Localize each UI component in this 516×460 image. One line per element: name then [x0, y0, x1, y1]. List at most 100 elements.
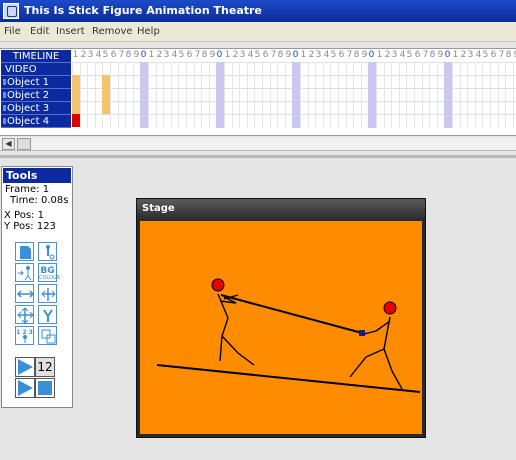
- frame-number[interactable]: 3: [87, 49, 94, 62]
- scroll-left-arrow-icon[interactable]: ◀: [2, 138, 15, 150]
- play-icon: [18, 359, 33, 375]
- frame-number[interactable]: 7: [118, 49, 125, 62]
- timeline-row-object-2[interactable]: Object 2: [1, 89, 71, 102]
- frame-number[interactable]: 5: [254, 49, 261, 62]
- frame-number[interactable]: 1: [72, 49, 79, 62]
- duplicate-tool[interactable]: [38, 326, 57, 345]
- frame-number[interactable]: 2: [384, 49, 391, 62]
- frame-number[interactable]: 2: [156, 49, 163, 62]
- frame-number[interactable]: 9: [437, 49, 444, 62]
- frame-number[interactable]: 6: [490, 49, 497, 62]
- frame-number[interactable]: 9: [209, 49, 216, 62]
- menu-file[interactable]: File: [4, 26, 21, 37]
- frame-number[interactable]: 1: [224, 49, 231, 62]
- timeline-row-object-3[interactable]: Object 3: [1, 102, 71, 115]
- frame-number[interactable]: 8: [505, 49, 512, 62]
- frame-number[interactable]: 6: [338, 49, 345, 62]
- frame-number[interactable]: 7: [270, 49, 277, 62]
- frame-number[interactable]: 4: [399, 49, 406, 62]
- timeline-row-object-4[interactable]: Object 4: [1, 115, 71, 128]
- frame-number[interactable]: 8: [353, 49, 360, 62]
- timeline-row-object-1[interactable]: Object 1: [1, 76, 71, 89]
- stretch-tool[interactable]: [15, 284, 34, 303]
- frame-number[interactable]: 1: [148, 49, 155, 62]
- pin-tool[interactable]: [38, 242, 57, 261]
- frame-number[interactable]: 8: [125, 49, 132, 62]
- timeline-frame-grid[interactable]: 1234567890123456789012345678901234567890…: [72, 49, 516, 128]
- frame-number[interactable]: 6: [262, 49, 269, 62]
- timeline-column-divider: [384, 62, 385, 128]
- frame-number[interactable]: 0: [368, 49, 375, 62]
- frame-number[interactable]: 0: [216, 49, 223, 62]
- play-all-button[interactable]: [15, 378, 35, 398]
- frame-number[interactable]: 8: [429, 49, 436, 62]
- frame-number[interactable]: 1: [376, 49, 383, 62]
- frame-number[interactable]: 9: [361, 49, 368, 62]
- frame-number[interactable]: 8: [201, 49, 208, 62]
- speed-field[interactable]: 12: [35, 357, 55, 377]
- walk-forward-tool[interactable]: [15, 263, 34, 282]
- frame-number[interactable]: 4: [171, 49, 178, 62]
- frame-number[interactable]: 3: [391, 49, 398, 62]
- keyframe-cell[interactable]: [102, 101, 110, 114]
- frame-number[interactable]: 4: [95, 49, 102, 62]
- stop-button[interactable]: [35, 378, 55, 398]
- frame-number[interactable]: 4: [323, 49, 330, 62]
- expand-tool[interactable]: [38, 284, 57, 303]
- frame-number[interactable]: 7: [422, 49, 429, 62]
- keyframe-cell[interactable]: [72, 75, 80, 88]
- timeline-row-video[interactable]: VIDEO: [1, 63, 71, 76]
- frame-number[interactable]: 6: [414, 49, 421, 62]
- keyframe-cell[interactable]: [72, 114, 80, 127]
- move-tool[interactable]: [15, 305, 34, 324]
- frame-number[interactable]: 0: [292, 49, 299, 62]
- frame-number[interactable]: 5: [178, 49, 185, 62]
- timeline-scrollbar[interactable]: ◀: [0, 137, 516, 151]
- frame-number[interactable]: 2: [232, 49, 239, 62]
- menu-insert[interactable]: Insert: [56, 26, 85, 37]
- frame-number[interactable]: 4: [475, 49, 482, 62]
- keyframe-cell[interactable]: [102, 75, 110, 88]
- keyframe-cell[interactable]: [72, 88, 80, 101]
- frame-number[interactable]: 1: [452, 49, 459, 62]
- frame-number[interactable]: 3: [315, 49, 322, 62]
- frame-number[interactable]: 9: [133, 49, 140, 62]
- menu-edit[interactable]: Edit: [30, 26, 49, 37]
- frame-number[interactable]: 2: [460, 49, 467, 62]
- frame-number[interactable]: 7: [194, 49, 201, 62]
- frame-number[interactable]: 8: [277, 49, 284, 62]
- scroll-thumb[interactable]: [17, 138, 31, 150]
- frame-number[interactable]: 4: [247, 49, 254, 62]
- background-colour-tool[interactable]: BG COLOUR: [38, 263, 60, 282]
- joint-tool[interactable]: [38, 305, 57, 324]
- menu-remove[interactable]: Remove: [92, 26, 133, 37]
- keyframe-cell[interactable]: [72, 101, 80, 114]
- menu-help[interactable]: Help: [137, 26, 160, 37]
- frame-number[interactable]: 3: [467, 49, 474, 62]
- stage-drawing: [156, 278, 421, 393]
- timeline-column-divider: [209, 62, 210, 128]
- frame-number[interactable]: 9: [285, 49, 292, 62]
- stage-canvas[interactable]: [140, 221, 422, 434]
- frame-number[interactable]: 1: [300, 49, 307, 62]
- frame-number[interactable]: 5: [406, 49, 413, 62]
- frame-number[interactable]: 2: [308, 49, 315, 62]
- panel-divider[interactable]: [0, 155, 516, 158]
- new-object-tool[interactable]: [15, 242, 34, 261]
- frame-number[interactable]: 0: [444, 49, 451, 62]
- frame-number[interactable]: 6: [186, 49, 193, 62]
- frame-number[interactable]: 7: [346, 49, 353, 62]
- sequence-tool[interactable]: 1 2 3: [15, 326, 34, 345]
- frame-number[interactable]: 0: [140, 49, 147, 62]
- frame-number[interactable]: 6: [110, 49, 117, 62]
- timeline-marker-column: [216, 62, 224, 128]
- play-button[interactable]: [15, 357, 35, 377]
- frame-number[interactable]: 3: [163, 49, 170, 62]
- frame-number[interactable]: 5: [330, 49, 337, 62]
- frame-number[interactable]: 5: [102, 49, 109, 62]
- keyframe-cell[interactable]: [102, 88, 110, 101]
- frame-number[interactable]: 3: [239, 49, 246, 62]
- frame-number[interactable]: 5: [482, 49, 489, 62]
- frame-number[interactable]: 2: [80, 49, 87, 62]
- frame-number[interactable]: 7: [498, 49, 505, 62]
